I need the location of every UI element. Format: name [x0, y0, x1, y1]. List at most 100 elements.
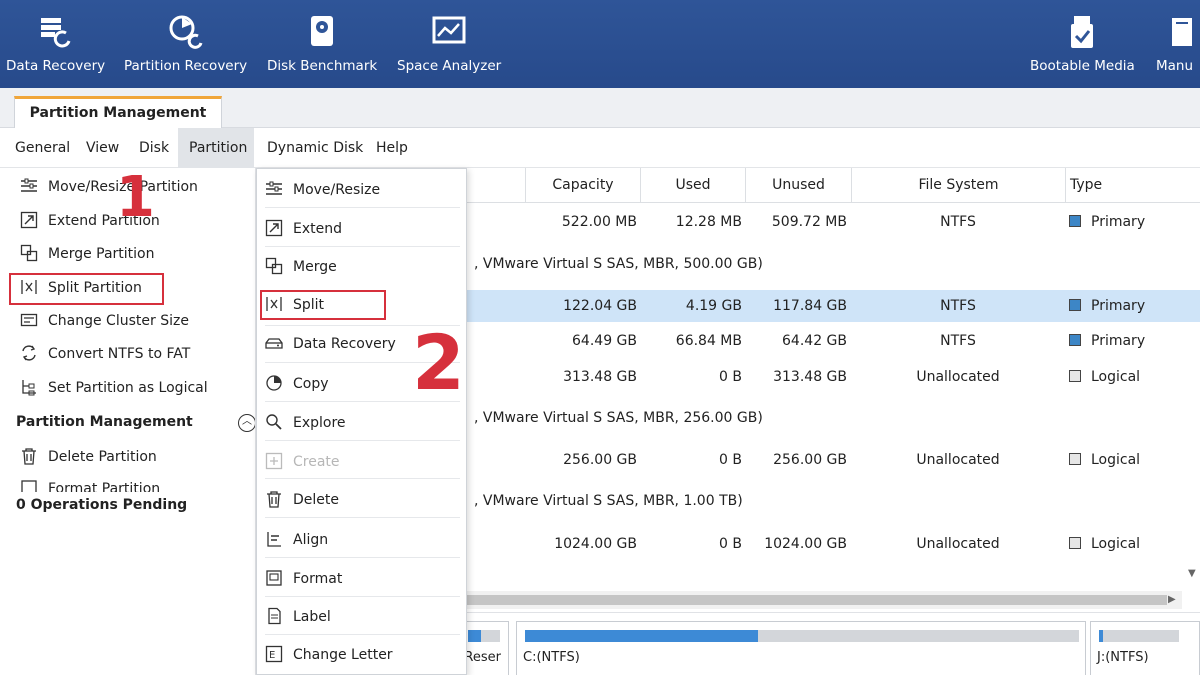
cell-type-label: Primary — [1091, 333, 1146, 349]
table-row[interactable]: 256.00 GB 0 B 256.00 GB Unallocated Logi… — [467, 444, 1200, 476]
toolbar-disk-benchmark[interactable]: Disk Benchmark — [267, 10, 377, 74]
change-letter-icon: E — [265, 645, 283, 663]
toolbar-partition-recovery[interactable]: Partition Recovery — [124, 10, 247, 74]
left-item-delete-partition[interactable]: Delete Partition — [20, 446, 157, 468]
menu-separator — [265, 517, 460, 518]
usage-bar-fill — [468, 630, 481, 642]
align-icon — [267, 532, 281, 547]
scrollbar-thumb[interactable] — [467, 595, 1167, 605]
menu-help[interactable]: Help — [365, 128, 419, 168]
menu-item-align[interactable]: Align — [265, 527, 460, 553]
menu-item-label: Extend — [293, 221, 342, 237]
cell-unused: 313.48 GB — [773, 369, 847, 385]
table-row[interactable]: 64.49 GB 66.84 MB 64.42 GB NTFS Primary — [467, 325, 1200, 357]
cell-type-label: Logical — [1091, 369, 1141, 385]
cell-file-system: NTFS — [940, 333, 976, 349]
partition-table-header: Capacity Used Unused File System Type — [467, 168, 1200, 203]
menu-item-change-letter[interactable]: E Change Letter — [265, 642, 460, 668]
menu-bar: General View Disk Partition Dynamic Disk… — [0, 128, 1200, 168]
disk-map-block[interactable]: J:(NTFS) — [1090, 621, 1200, 675]
menu-general[interactable]: General — [4, 128, 81, 168]
cell-unused: 256.00 GB — [773, 452, 847, 468]
column-type[interactable]: Type — [1065, 168, 1200, 203]
menu-item-label: Align — [293, 532, 329, 548]
disk-row[interactable]: , VMware Virtual S SAS, MBR, 1.00 TB) — [474, 488, 743, 514]
column-capacity[interactable]: Capacity — [525, 168, 640, 203]
toolbar-bootable-media[interactable]: Bootable Media — [1030, 10, 1135, 74]
logical-square-icon — [1069, 537, 1081, 549]
left-item-change-cluster-size[interactable]: Change Cluster Size — [20, 310, 189, 332]
move-resize-icon — [21, 178, 37, 192]
disk-map-label: C:(NTFS) — [523, 650, 580, 665]
cell-used: 0 B — [719, 369, 742, 385]
left-item-move-resize[interactable]: Move/Resize Partition — [20, 176, 198, 198]
menu-item-label-partition[interactable]: Label — [265, 604, 460, 630]
table-row[interactable]: 522.00 MB 12.28 MB 509.72 MB NTFS Primar… — [467, 206, 1200, 238]
menu-item-label: Merge — [293, 259, 337, 275]
cell-used: 0 B — [719, 452, 742, 468]
merge-icon — [20, 244, 38, 262]
menu-partition[interactable]: Partition — [178, 128, 254, 168]
menu-separator — [265, 440, 460, 441]
format-icon — [21, 480, 37, 492]
cell-unused: 64.42 GB — [782, 333, 847, 349]
cell-capacity: 522.00 MB — [561, 214, 637, 230]
primary-square-icon — [1069, 334, 1081, 346]
cell-file-system: NTFS — [940, 214, 976, 230]
horizontal-scrollbar[interactable] — [467, 591, 1182, 609]
cell-unused: 1024.00 GB — [764, 536, 847, 552]
menu-item-label: Format — [293, 571, 343, 587]
cluster-size-icon — [20, 313, 38, 327]
toolbar-label: Disk Benchmark — [267, 58, 378, 74]
column-unused[interactable]: Unused — [745, 168, 851, 203]
svg-text:E: E — [269, 650, 275, 661]
toolbar-data-recovery[interactable]: Data Recovery — [6, 10, 105, 74]
menu-item-extend[interactable]: Extend — [265, 216, 460, 242]
left-section-title: Partition Management — [16, 414, 193, 430]
menu-item-create: Create — [265, 449, 460, 475]
menu-dynamic-disk[interactable]: Dynamic Disk — [256, 128, 374, 168]
left-operations-panel: Move/Resize Partition Extend Partition M… — [0, 168, 256, 675]
cell-type-label: Primary — [1091, 298, 1146, 314]
toolbar-label: Manu — [1156, 58, 1194, 74]
cell-type: Logical — [1069, 361, 1199, 393]
usage-bar-fill — [525, 630, 758, 642]
disk-row[interactable]: , VMware Virtual S SAS, MBR, 256.00 GB) — [474, 405, 763, 431]
cell-file-system: Unallocated — [916, 536, 1000, 552]
manual-icon — [1172, 18, 1192, 46]
left-item-set-logical[interactable]: Set Partition as Logical — [20, 377, 208, 399]
cell-capacity: 122.04 GB — [563, 298, 637, 314]
cell-type: Primary — [1069, 290, 1199, 322]
scroll-right-arrow[interactable]: ▶ — [1168, 594, 1176, 605]
menu-disk[interactable]: Disk — [128, 128, 180, 168]
menu-item-explore[interactable]: Explore — [265, 410, 460, 436]
table-row[interactable]: 1024.00 GB 0 B 1024.00 GB Unallocated Lo… — [467, 528, 1200, 560]
table-row[interactable]: 313.48 GB 0 B 313.48 GB Unallocated Logi… — [467, 361, 1200, 393]
menu-item-move-resize[interactable]: Move/Resize — [265, 177, 460, 203]
left-item-format-partition[interactable]: Format Partition — [20, 478, 160, 492]
toolbar-manual[interactable]: Manu — [1156, 10, 1200, 74]
toolbar-space-analyzer[interactable]: Space Analyzer — [397, 10, 501, 74]
merge-icon — [265, 257, 283, 275]
cell-type: Logical — [1069, 444, 1199, 476]
left-item-convert-ntfs-fat[interactable]: Convert NTFS to FAT — [20, 343, 190, 365]
column-used[interactable]: Used — [640, 168, 745, 203]
tab-partition-management[interactable]: Partition Management — [14, 96, 222, 129]
disk-row[interactable]: , VMware Virtual S SAS, MBR, 500.00 GB) — [474, 251, 763, 277]
left-item-label: Set Partition as Logical — [48, 380, 208, 396]
cell-type-label: Logical — [1091, 536, 1141, 552]
collapse-icon[interactable]: ︿ — [238, 414, 255, 432]
disk-map-block[interactable]: C:(NTFS) — [516, 621, 1086, 675]
menu-item-merge[interactable]: Merge — [265, 254, 460, 280]
left-item-merge[interactable]: Merge Partition — [20, 243, 155, 265]
table-row-selected[interactable]: 122.04 GB 4.19 GB 117.84 GB NTFS Primary — [467, 290, 1200, 322]
menu-item-delete[interactable]: Delete — [265, 487, 460, 513]
scroll-down-arrow[interactable]: ▼ — [1188, 568, 1196, 579]
column-file-system[interactable]: File System — [851, 168, 1065, 203]
menu-item-format[interactable]: Format — [265, 566, 460, 592]
cell-capacity: 256.00 GB — [563, 452, 637, 468]
cell-type-label: Logical — [1091, 452, 1141, 468]
menu-item-label: Label — [293, 609, 331, 625]
highlight-split-partition — [9, 273, 164, 305]
menu-view[interactable]: View — [75, 128, 130, 168]
